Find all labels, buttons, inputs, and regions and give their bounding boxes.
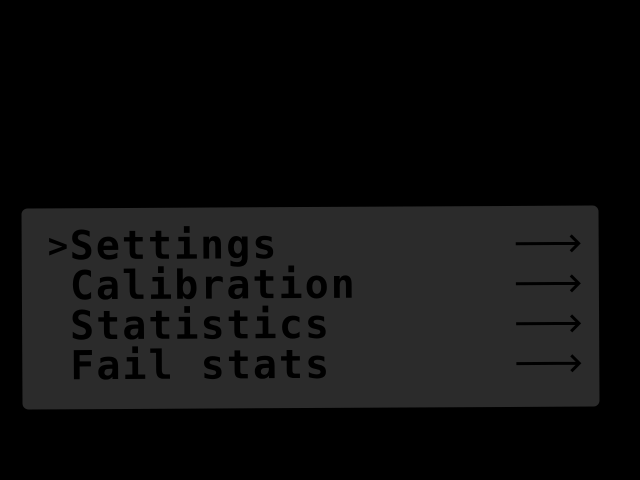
menu-item-label: Calibration bbox=[69, 261, 357, 310]
screen: > Settings 🡒 Calibration 🡒 Statistics 🡒 … bbox=[0, 0, 640, 480]
lcd-display: > Settings 🡒 Calibration 🡒 Statistics 🡒 … bbox=[21, 205, 600, 410]
arrow-right-icon: 🡒 bbox=[512, 228, 583, 259]
menu-item-calibration[interactable]: Calibration 🡒 bbox=[48, 261, 583, 310]
menu-item-statistics[interactable]: Statistics 🡒 bbox=[48, 301, 584, 350]
cursor-indicator: > bbox=[47, 226, 69, 267]
menu-list: > Settings 🡒 Calibration 🡒 Statistics 🡒 … bbox=[47, 222, 584, 390]
menu-item-settings[interactable]: > Settings 🡒 bbox=[47, 222, 583, 270]
arrow-right-icon: 🡒 bbox=[513, 308, 584, 339]
arrow-right-icon: 🡒 bbox=[513, 268, 583, 299]
menu-item-label: Fail stats bbox=[70, 341, 332, 390]
arrow-right-icon: 🡒 bbox=[513, 348, 584, 379]
menu-item-label: Settings bbox=[69, 222, 279, 270]
menu-item-fail-stats[interactable]: Fail stats 🡒 bbox=[48, 341, 584, 390]
menu-item-label: Statistics bbox=[69, 301, 332, 350]
